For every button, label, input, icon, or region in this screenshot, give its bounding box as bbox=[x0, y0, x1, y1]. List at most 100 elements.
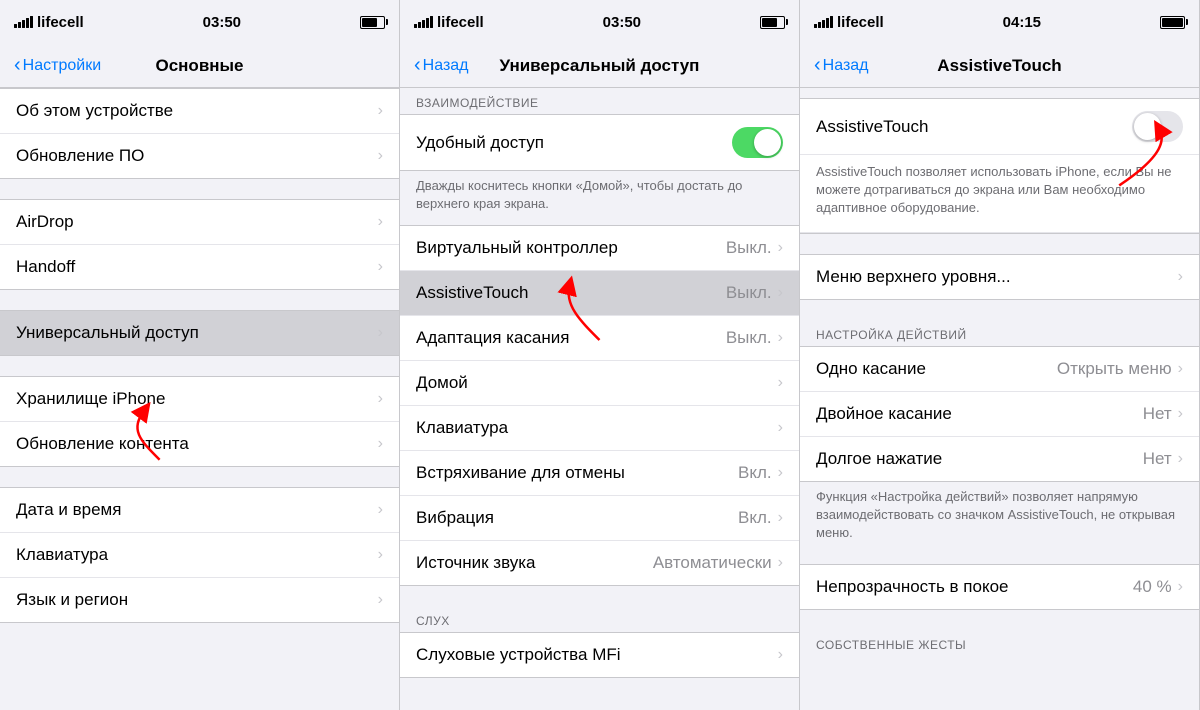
signal-icon-3 bbox=[814, 16, 833, 28]
item-update[interactable]: Обновление ПО › bbox=[0, 134, 399, 178]
chevron-icon: › bbox=[1178, 360, 1183, 378]
item-content-update-label: Обновление контента bbox=[16, 434, 189, 454]
item-touch-adapt-label: Адаптация касания bbox=[416, 328, 569, 348]
chevron-icon: › bbox=[778, 329, 783, 347]
item-keyboard-label-1: Клавиатура bbox=[16, 545, 108, 565]
item-airdrop-label: AirDrop bbox=[16, 212, 74, 232]
status-bar-1: lifecell 03:50 bbox=[0, 0, 399, 44]
item-home-label: Домой bbox=[416, 373, 468, 393]
carrier-1: lifecell bbox=[14, 14, 84, 31]
item-opacity-label: Непрозрачность в покое bbox=[816, 577, 1009, 597]
item-convenient-access[interactable]: Удобный доступ bbox=[400, 115, 799, 170]
back-button-3[interactable]: ‹ Назад bbox=[814, 54, 869, 77]
item-double-tap-label: Двойное касание bbox=[816, 404, 952, 424]
chevron-back-icon-2: ‹ bbox=[414, 54, 421, 77]
item-single-tap-right: Открыть меню › bbox=[1057, 359, 1183, 379]
item-assistive-main-label: AssistiveTouch bbox=[816, 117, 928, 137]
item-storage[interactable]: Хранилище iPhone › bbox=[0, 377, 399, 422]
item-handoff[interactable]: Handoff › bbox=[0, 245, 399, 289]
carrier-label-3: lifecell bbox=[837, 14, 884, 31]
item-touch-adapt[interactable]: Адаптация касания Выкл. › bbox=[400, 316, 799, 361]
item-long-press[interactable]: Долгое нажатие Нет › bbox=[800, 437, 1199, 481]
group-datetime: Дата и время › Клавиатура › Язык и регио… bbox=[0, 487, 399, 623]
item-datetime[interactable]: Дата и время › bbox=[0, 488, 399, 533]
chevron-icon: › bbox=[1178, 578, 1183, 596]
toggle-assistive[interactable] bbox=[1132, 111, 1183, 142]
back-label-3: Назад bbox=[823, 57, 869, 75]
item-shake[interactable]: Встряхивание для отмены Вкл. › bbox=[400, 451, 799, 496]
group-assistive-top: AssistiveTouch AssistiveTouch позволяет … bbox=[800, 98, 1199, 234]
item-update-label: Обновление ПО bbox=[16, 146, 144, 166]
item-sound-value: Автоматически bbox=[653, 553, 772, 573]
chevron-back-icon-3: ‹ bbox=[814, 54, 821, 77]
chevron-icon: › bbox=[378, 102, 383, 120]
item-single-tap-value: Открыть меню bbox=[1057, 359, 1172, 379]
group-interaction-items: Виртуальный контроллер Выкл. › Assistive… bbox=[400, 225, 799, 586]
item-convenient-label: Удобный доступ bbox=[416, 133, 544, 153]
group-storage: Хранилище iPhone › Обновление контента › bbox=[0, 376, 399, 467]
item-assistive-right: Выкл. › bbox=[726, 283, 783, 303]
chevron-icon: › bbox=[378, 390, 383, 408]
item-hearing-right: › bbox=[778, 646, 783, 664]
item-vibration[interactable]: Вибрация Вкл. › bbox=[400, 496, 799, 541]
battery-icon-2 bbox=[760, 16, 785, 29]
chevron-icon: › bbox=[778, 464, 783, 482]
carrier-label-2: lifecell bbox=[437, 14, 484, 31]
battery-3 bbox=[1160, 16, 1185, 29]
item-content-update[interactable]: Обновление контента › bbox=[0, 422, 399, 466]
item-keyboard-2[interactable]: Клавиатура › bbox=[400, 406, 799, 451]
battery-icon-3 bbox=[1160, 16, 1185, 29]
chevron-icon: › bbox=[378, 435, 383, 453]
item-language[interactable]: Язык и регион › bbox=[0, 578, 399, 622]
item-top-menu-label: Меню верхнего уровня... bbox=[816, 267, 1011, 287]
convenient-desc: Дважды коснитесь кнопки «Домой», чтобы д… bbox=[400, 171, 799, 225]
item-airdrop[interactable]: AirDrop › bbox=[0, 200, 399, 245]
item-double-tap-right: Нет › bbox=[1143, 404, 1183, 424]
chevron-icon: › bbox=[378, 147, 383, 165]
back-button-1[interactable]: ‹ Настройки bbox=[14, 54, 101, 77]
item-keyboard-1[interactable]: Клавиатура › bbox=[0, 533, 399, 578]
item-top-menu[interactable]: Меню верхнего уровня... › bbox=[800, 255, 1199, 299]
chevron-icon: › bbox=[778, 419, 783, 437]
item-hearing-label: Слуховые устройства MFi bbox=[416, 645, 621, 665]
item-content-update-right: › bbox=[378, 435, 383, 453]
toggle-convenient[interactable] bbox=[732, 127, 783, 158]
item-opacity-right: 40 % › bbox=[1133, 577, 1183, 597]
back-button-2[interactable]: ‹ Назад bbox=[414, 54, 469, 77]
item-top-menu-right: › bbox=[1178, 268, 1183, 286]
chevron-icon: › bbox=[378, 213, 383, 231]
group-convenient: Удобный доступ bbox=[400, 114, 799, 171]
group-top-menu: Меню верхнего уровня... › bbox=[800, 254, 1199, 300]
item-double-tap-value: Нет bbox=[1143, 404, 1172, 424]
settings-list-3: AssistiveTouch AssistiveTouch позволяет … bbox=[800, 88, 1199, 710]
item-airdrop-right: › bbox=[378, 213, 383, 231]
item-about[interactable]: Об этом устройстве › bbox=[0, 89, 399, 134]
item-handoff-right: › bbox=[378, 258, 383, 276]
battery-2 bbox=[760, 16, 785, 29]
item-touch-adapt-value: Выкл. bbox=[726, 328, 772, 348]
item-virtual-right: Выкл. › bbox=[726, 238, 783, 258]
item-assistive-touch[interactable]: AssistiveTouch Выкл. › bbox=[400, 271, 799, 316]
group-opacity: Непрозрачность в покое 40 % › bbox=[800, 564, 1199, 610]
status-bar-2: lifecell 03:50 bbox=[400, 0, 799, 44]
chevron-icon: › bbox=[378, 591, 383, 609]
item-virtual-controller[interactable]: Виртуальный контроллер Выкл. › bbox=[400, 226, 799, 271]
chevron-icon: › bbox=[1178, 405, 1183, 423]
item-assistive-main[interactable]: AssistiveTouch bbox=[800, 99, 1199, 155]
item-sound-source[interactable]: Источник звука Автоматически › bbox=[400, 541, 799, 585]
chevron-icon: › bbox=[778, 284, 783, 302]
item-hearing-devices[interactable]: Слуховые устройства MFi › bbox=[400, 633, 799, 677]
item-single-tap-label: Одно касание bbox=[816, 359, 926, 379]
group-actions: Одно касание Открыть меню › Двойное каса… bbox=[800, 346, 1199, 482]
item-opacity-value: 40 % bbox=[1133, 577, 1172, 597]
item-language-label: Язык и регион bbox=[16, 590, 128, 610]
item-opacity[interactable]: Непрозрачность в покое 40 % › bbox=[800, 565, 1199, 609]
battery-1 bbox=[360, 16, 385, 29]
item-single-tap[interactable]: Одно касание Открыть меню › bbox=[800, 347, 1199, 392]
item-long-press-label: Долгое нажатие bbox=[816, 449, 942, 469]
nav-bar-1: ‹ Настройки Основные bbox=[0, 44, 399, 88]
item-vibration-label: Вибрация bbox=[416, 508, 494, 528]
item-universal-access[interactable]: Универсальный доступ › bbox=[0, 311, 399, 355]
item-home[interactable]: Домой › bbox=[400, 361, 799, 406]
item-double-tap[interactable]: Двойное касание Нет › bbox=[800, 392, 1199, 437]
